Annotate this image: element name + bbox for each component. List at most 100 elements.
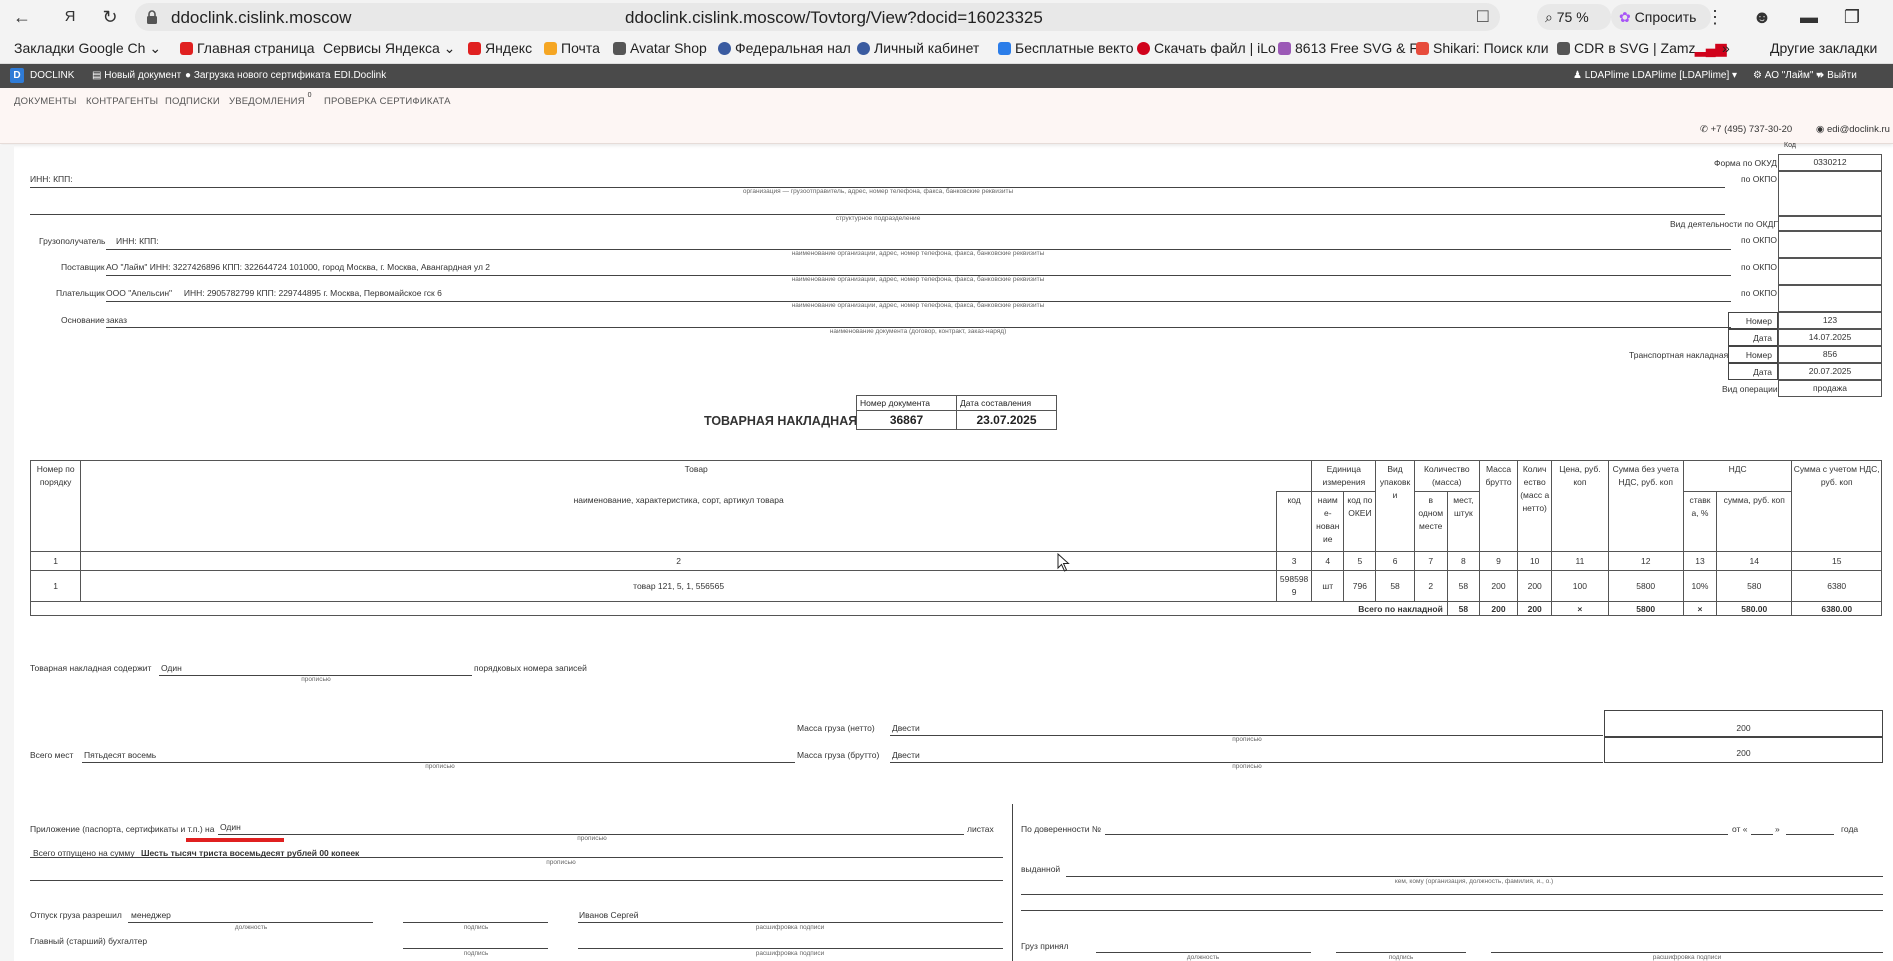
more-icon[interactable]: ⋮ — [1703, 5, 1727, 29]
certificate-icon: ● — [185, 70, 192, 81]
new-document-link[interactable]: ▤ Новый документ — [92, 70, 181, 81]
document-number-table: Номер документа Дата составления 36867 23.… — [856, 395, 1057, 430]
bookmark-item[interactable]: Бесплатные векто — [998, 40, 1133, 56]
consignee-value: ИНН: КПП: — [116, 236, 159, 246]
basis-number: 123 — [1778, 312, 1882, 329]
yandex-icon[interactable]: Я — [58, 5, 82, 29]
total-cell: 5800 — [1607, 601, 1684, 616]
ask-button[interactable]: ✿ Спросить — [1611, 4, 1711, 30]
caption: наименование организации, адрес, номер т… — [791, 276, 1045, 283]
reload-icon[interactable]: ↻ — [98, 5, 122, 29]
header-cell: Вид упаковк и — [1375, 460, 1415, 552]
app-logo-text[interactable]: DOCLINK — [30, 70, 74, 81]
bookmark-item[interactable]: Shikari: Поиск кли — [1416, 40, 1549, 56]
table-cell: 1 — [29, 570, 82, 602]
bookmark-item[interactable]: 8613 Free SVG & F — [1278, 40, 1418, 56]
org-menu[interactable]: ⚙ АО "Лайм" ▾ — [1753, 70, 1821, 81]
attachment-label: Приложение (паспорта, сертификаты и т.п.… — [30, 824, 215, 834]
header-cell: наим е-нован ие — [1311, 491, 1345, 552]
gross-weight-label: Масса груза (брутто) — [797, 750, 880, 760]
tab-check-certificate[interactable]: ПРОВЕРКА СЕРТИФИКАТА — [324, 96, 451, 107]
number-label: Номер — [1745, 316, 1772, 326]
bookmark-item[interactable]: Avatar Shop — [613, 40, 707, 56]
proxy-label: По доверенности № — [1021, 824, 1101, 834]
release-allowed-label: Отпуск груза разрешил — [30, 910, 122, 920]
table-cell: 6380 — [1791, 570, 1882, 602]
table-cell: товар 121, 5, 1, 556565 — [80, 570, 1278, 602]
supplier-label: Поставщик — [61, 262, 105, 272]
caption: подпись — [463, 950, 489, 957]
cabinet-icon — [857, 42, 870, 55]
tabs-icon[interactable]: ❐ — [1840, 5, 1864, 29]
caption: прописью — [577, 835, 607, 842]
bookmark-icon[interactable]: ☐ — [1476, 7, 1490, 27]
okpo-label: по ОКПО — [1741, 262, 1777, 272]
okpo-cell — [1778, 171, 1882, 216]
header-cell: Сумма без учета НДС, руб. коп — [1607, 460, 1684, 552]
bookmark-item[interactable]: Главная страница — [180, 40, 315, 56]
caption: должность — [1186, 954, 1220, 961]
proxy-quote: » — [1775, 824, 1780, 834]
lock-icon — [147, 10, 157, 24]
header-cell: сумма, руб. коп — [1716, 491, 1793, 552]
address-bar[interactable]: ddoclink.cislink.moscow ddoclink.cislink… — [135, 3, 1500, 31]
caption: структурное подразделение — [835, 215, 921, 222]
wallet-icon[interactable]: ▬ — [1797, 5, 1821, 29]
header-cell: Единица измерения — [1311, 460, 1377, 492]
tab-subscriptions[interactable]: ПОДПИСКИ — [165, 96, 220, 107]
tab-documents[interactable]: ДОКУМЕНТЫ — [14, 96, 77, 107]
total-cell: 580.00 — [1716, 601, 1793, 616]
header-cell: код — [1276, 491, 1313, 552]
bookmark-item[interactable]: Федеральная нал — [718, 40, 851, 56]
table-cell: 580 — [1716, 570, 1793, 602]
okud-label: Форма по ОКУД — [1714, 158, 1777, 168]
code-label: Код — [1784, 142, 1796, 149]
basis-label: Основание — [61, 315, 105, 325]
caption: расшифровка подписи — [755, 950, 825, 957]
logout-button[interactable]: ➜ Выйти — [1816, 70, 1857, 81]
zoom-level: 75 % — [1556, 9, 1589, 25]
support-email[interactable]: ◉ edi@doclink.ru — [1816, 124, 1890, 135]
okpo-label: по ОКПО — [1741, 288, 1777, 298]
doc-number-label: Номер документа — [856, 395, 957, 411]
chevron-down-icon: ⌄ — [149, 40, 162, 56]
bookmark-item[interactable]: Яндекс — [468, 40, 532, 56]
basis-date: 14.07.2025 — [1778, 329, 1882, 346]
url-text[interactable]: ddoclink.cislink.moscow/Tovtorg/View?doc… — [625, 8, 1043, 28]
tab-notifications[interactable]: УВЕДОМЛЕНИЯ 0 — [229, 92, 312, 107]
gear-icon: ⚙ — [1753, 70, 1762, 81]
okdp-cell — [1778, 216, 1882, 231]
edi-link[interactable]: EDI.Doclink — [334, 70, 386, 81]
operation-value: продажа — [1778, 380, 1882, 397]
tax-icon — [718, 42, 731, 55]
bookmark-item[interactable]: CDR в SVG | Zamz — [1557, 40, 1696, 56]
caption: прописью — [1232, 736, 1262, 743]
bookmark-item[interactable]: Скачать файл | iLo — [1137, 40, 1276, 56]
bookmark-item[interactable]: Личный кабинет — [857, 40, 979, 56]
other-bookmarks[interactable]: Другие закладки — [1770, 40, 1877, 56]
more-bookmarks-icon[interactable]: » — [1722, 40, 1730, 56]
bookmark-item[interactable]: Сервисы Яндекса ⌄ — [323, 40, 455, 57]
transport-label: Транспортная накладная — [1629, 350, 1729, 360]
header-cell: мест, штук — [1446, 491, 1480, 552]
date-label: Дата — [1753, 367, 1772, 377]
total-cell: 200 — [1517, 601, 1553, 616]
back-icon[interactable]: ← — [10, 5, 34, 29]
contains-value: Один — [161, 663, 182, 673]
zoom-button[interactable]: ⌕ 75 % — [1537, 4, 1611, 30]
browser-toolbar: ← Я ↻ ddoclink.cislink.moscow ddoclink.c… — [0, 0, 1893, 34]
column-number: 4 — [1311, 551, 1345, 571]
user-menu[interactable]: ♟ LDAPlime LDAPlime [LDAPlime] ▾ — [1573, 70, 1737, 81]
total-cell: 58 — [1446, 601, 1480, 616]
bookmark-item[interactable]: Почта — [544, 40, 600, 56]
tab-counterparties[interactable]: КОНТРАГЕНТЫ — [86, 96, 158, 107]
table-cell: 58 — [1446, 570, 1480, 602]
release-position: менеджер — [131, 910, 171, 920]
bookmark-item[interactable]: Закладки Google Ch ⌄ — [14, 40, 161, 57]
upload-certificate-link[interactable]: ● Загрузка нового сертификата — [185, 70, 331, 81]
total-cell: 200 — [1478, 601, 1519, 616]
extension-icon[interactable]: ☻ — [1750, 5, 1774, 29]
total-label: Всего по накладной — [30, 601, 1448, 616]
table-cell: 100 — [1551, 570, 1609, 602]
caption: наименование документа (договор, контрак… — [829, 328, 1007, 335]
